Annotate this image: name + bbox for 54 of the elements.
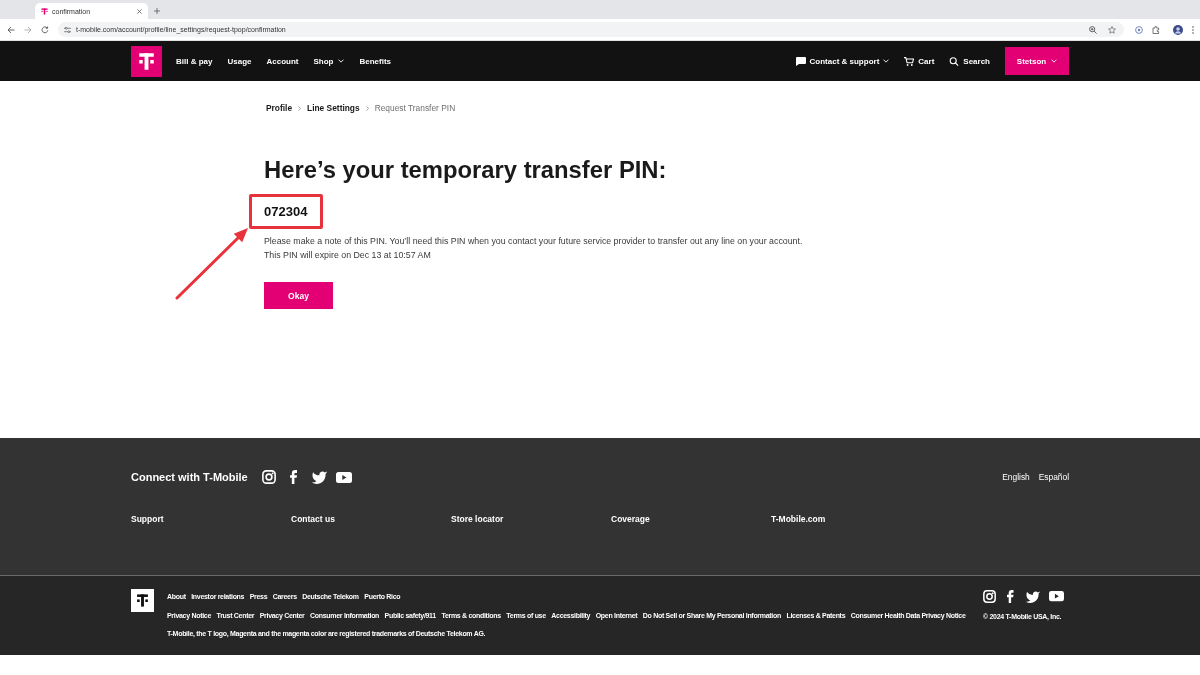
cart-icon xyxy=(904,56,915,66)
chevron-icon xyxy=(365,105,369,111)
logo-icon[interactable] xyxy=(131,45,162,77)
nav-link[interactable]: Account xyxy=(266,56,299,66)
instagram-icon[interactable] xyxy=(261,470,276,484)
nav-link[interactable]: Benefits xyxy=(359,56,392,66)
footer-heading: Connect with T-Mobile xyxy=(131,471,248,483)
nav-link[interactable]: Bill & pay xyxy=(176,56,213,66)
page-heading: Here’s your temporary transfer PIN: xyxy=(264,156,668,184)
breadcrumb-link[interactable]: Line Settings xyxy=(307,103,360,113)
footer-link[interactable]: Coverage xyxy=(611,513,650,525)
nav-link[interactable]: Shop xyxy=(313,56,345,66)
youtube-icon[interactable] xyxy=(335,471,352,483)
back-icon[interactable] xyxy=(7,25,15,34)
new-tab-icon[interactable] xyxy=(154,7,160,14)
search-icon xyxy=(949,56,960,66)
logo-icon[interactable] xyxy=(131,589,154,612)
facebook-icon[interactable] xyxy=(1007,590,1014,603)
caret-icon xyxy=(1051,59,1058,63)
caret-icon xyxy=(883,59,890,63)
account-button[interactable]: Stetson xyxy=(1005,47,1069,75)
extension-icon[interactable] xyxy=(1135,25,1143,34)
reload-icon[interactable] xyxy=(41,25,49,34)
twitter-icon[interactable] xyxy=(1024,590,1040,603)
youtube-icon[interactable] xyxy=(1048,591,1064,602)
footer-link[interactable]: T-Mobile.com xyxy=(771,513,826,525)
favicon-icon xyxy=(41,7,48,15)
pin-code: 072304 xyxy=(264,203,308,220)
breadcrumb-link[interactable]: Profile xyxy=(266,103,293,113)
footer-link[interactable]: Contact us xyxy=(291,513,335,525)
info-text: This PIN will expire on Dec 13 at 10:57 AM xyxy=(264,249,432,262)
info-text: Please make a note of this PIN. You’ll need this PIN when you contact your future service provider to transfer out any line on your account. xyxy=(264,235,804,248)
okay-button[interactable]: Okay xyxy=(264,282,333,309)
footer-link[interactable]: Store locator xyxy=(451,513,504,525)
language-link[interactable]: English xyxy=(1002,472,1030,482)
puzzle-icon[interactable] xyxy=(1152,25,1160,34)
nav-link[interactable]: Usage xyxy=(227,56,252,66)
zoom-icon[interactable] xyxy=(1089,25,1097,34)
nav-link[interactable]: Search xyxy=(949,56,990,66)
language-link[interactable]: Español xyxy=(1038,472,1069,482)
nav-link[interactable]: Cart xyxy=(904,56,935,66)
chat-icon xyxy=(795,56,806,66)
caret-icon xyxy=(338,59,345,63)
close-icon[interactable] xyxy=(137,8,142,14)
breadcrumb-current: Request Transfer PIN xyxy=(374,103,456,113)
facebook-icon[interactable] xyxy=(289,470,297,484)
chevron-icon xyxy=(298,105,302,111)
twitter-icon[interactable] xyxy=(310,470,327,484)
star-icon[interactable] xyxy=(1108,25,1116,34)
site-settings-icon[interactable] xyxy=(64,26,71,33)
avatar-icon[interactable] xyxy=(1173,24,1183,35)
instagram-icon[interactable] xyxy=(983,590,996,603)
footer-link[interactable]: Support xyxy=(131,513,164,525)
nav-link[interactable]: Contact & support xyxy=(795,56,890,66)
